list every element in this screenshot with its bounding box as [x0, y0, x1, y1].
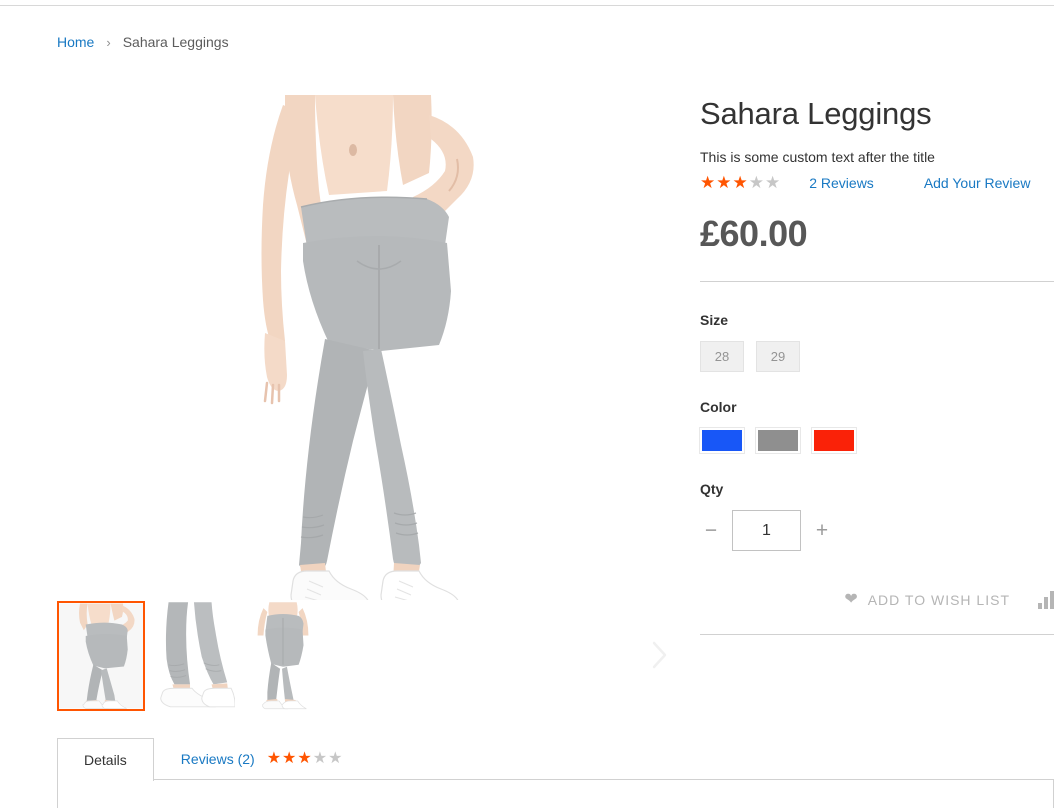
- add-review-link[interactable]: Add Your Review: [924, 175, 1031, 191]
- product-price: £60.00: [700, 213, 808, 255]
- product-info: Sahara Leggings This is some custom text…: [699, 96, 1054, 636]
- main-product-image[interactable]: [57, 95, 677, 600]
- thumbnail-list: [57, 601, 327, 711]
- breadcrumb-home-link[interactable]: Home: [57, 34, 94, 50]
- thumbnail-item[interactable]: [239, 601, 327, 711]
- color-option-group: Color: [699, 399, 1054, 455]
- tab-list: Details Reviews (2) ★★★★★: [57, 737, 1054, 781]
- color-swatch-blue[interactable]: [699, 427, 745, 455]
- actions-divider: [700, 634, 1054, 636]
- breadcrumb-current: Sahara Leggings: [122, 34, 229, 50]
- product-gallery: [57, 95, 677, 600]
- rating-links: 2 Reviews Add Your Review: [781, 175, 1030, 191]
- color-swatch-row: [699, 427, 1054, 455]
- tab-stars-filled: ★★★: [266, 750, 313, 767]
- thumbnail-item[interactable]: [57, 601, 145, 711]
- color-swatch-red[interactable]: [811, 427, 857, 455]
- compare-bars-icon[interactable]: [1038, 591, 1054, 610]
- color-swatch-gray[interactable]: [755, 427, 801, 455]
- qty-decrement-button[interactable]: −: [700, 516, 722, 546]
- tab-stars-empty: ★★: [312, 750, 344, 767]
- breadcrumb: Home › Sahara Leggings: [57, 34, 229, 50]
- gallery-next-button[interactable]: [645, 632, 675, 678]
- quantity-stepper[interactable]: [732, 510, 801, 552]
- rating-row: ★★★★★ 2 Reviews Add Your Review: [700, 174, 1054, 191]
- size-option-group: Size 28 29: [700, 312, 1054, 373]
- rating-stars-filled: ★★★: [700, 173, 749, 193]
- product-tabs: Details Reviews (2) ★★★★★: [57, 737, 1054, 808]
- add-to-wishlist-button[interactable]: ❤ Add to Wish List: [844, 591, 1010, 609]
- tab-details[interactable]: Details: [57, 738, 154, 781]
- tab-rating-stars: ★★★★★: [267, 751, 344, 767]
- size-swatch-row: 28 29: [700, 341, 1054, 373]
- product-page: Home › Sahara Leggings Sahara Leggings T…: [0, 0, 1054, 808]
- heart-icon: ❤: [844, 591, 859, 609]
- rating-stars: ★★★★★: [700, 174, 781, 191]
- page-title: Sahara Leggings: [700, 96, 932, 131]
- reviews-count-link[interactable]: 2 Reviews: [809, 175, 874, 191]
- thumbnail-item[interactable]: [148, 601, 236, 711]
- qty-row: − +: [700, 510, 1054, 552]
- price-divider: [700, 281, 1054, 283]
- size-swatch-29[interactable]: 29: [756, 341, 800, 373]
- qty-label: Qty: [700, 481, 724, 498]
- secondary-actions: ❤ Add to Wish List: [700, 591, 1054, 610]
- tab-reviews-label: Reviews (2): [180, 751, 255, 767]
- custom-text: This is some custom text after the title: [700, 148, 935, 165]
- qty-increment-button[interactable]: +: [811, 516, 833, 546]
- chevron-right-icon: ›: [106, 34, 111, 50]
- top-divider: [0, 5, 1054, 6]
- chevron-right-icon: [652, 641, 667, 669]
- tab-details-label: Details: [84, 752, 127, 768]
- qty-group: Qty − +: [700, 481, 1054, 552]
- size-label: Size: [700, 312, 729, 329]
- add-to-wishlist-label: Add to Wish List: [867, 592, 1010, 609]
- tab-reviews[interactable]: Reviews (2) ★★★★★: [154, 737, 371, 780]
- color-label: Color: [700, 399, 737, 416]
- rating-stars-empty: ★★: [748, 173, 782, 193]
- size-swatch-28[interactable]: 28: [700, 341, 744, 373]
- tab-panel-details: [57, 779, 1054, 808]
